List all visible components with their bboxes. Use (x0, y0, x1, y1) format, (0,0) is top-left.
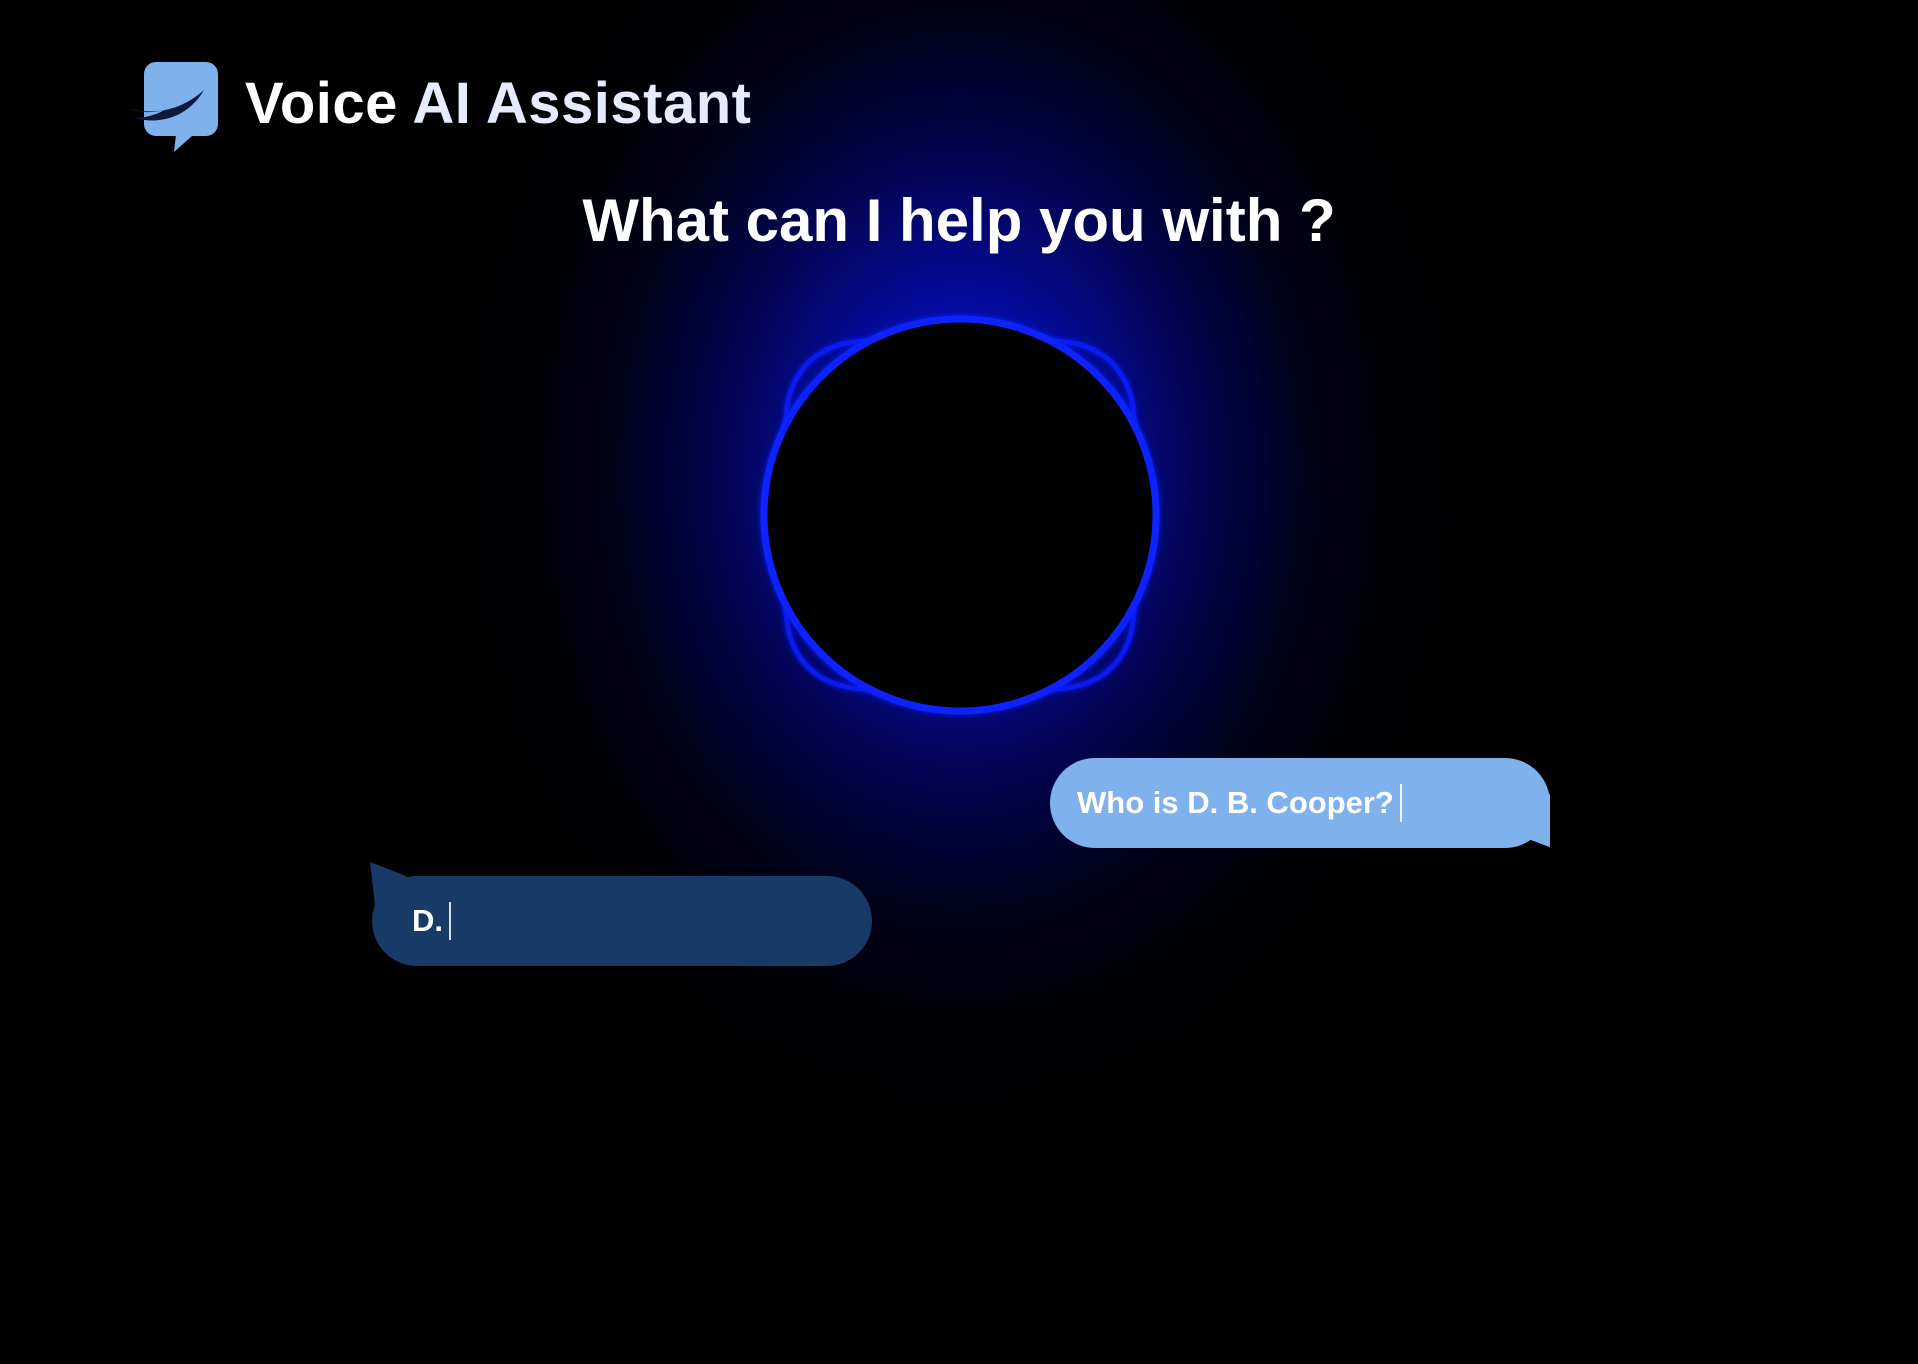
assistant-message-bubble: D. (370, 862, 872, 966)
assistant-message: D. (412, 876, 451, 966)
chat-bubble-swoosh-icon (126, 62, 218, 152)
user-message-text: Who is D. B. Cooper? (1077, 785, 1394, 820)
assistant-message-text: D. (412, 903, 443, 938)
app-title-voice: Voice (245, 71, 413, 136)
app-title-ai-assistant: AI Assistant (412, 71, 752, 136)
text-caret (449, 902, 451, 940)
user-message: Who is D. B. Cooper? (1077, 758, 1402, 848)
user-message-bubble: Who is D. B. Cooper? (1050, 758, 1550, 848)
app-logo (124, 60, 224, 155)
page-headline: What can I help you with ? (582, 187, 1336, 254)
app-title: Voice AI Assistant (245, 70, 751, 137)
text-caret (1399, 784, 1402, 822)
voice-orb-button[interactable] (755, 310, 1165, 720)
voice-orb-icon (760, 315, 1160, 715)
